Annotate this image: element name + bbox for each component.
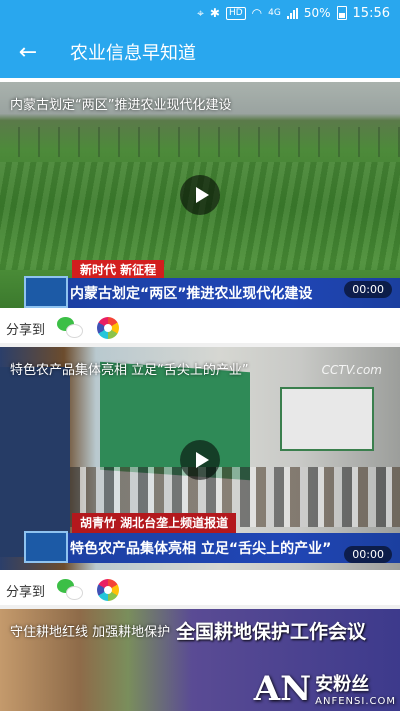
page-title: 农业信息早知道 — [70, 43, 196, 64]
watermark: AN 安粉丝 ANFENSI.COM — [253, 668, 396, 709]
battery-icon — [336, 6, 347, 20]
news-logo — [24, 276, 68, 308]
signal-icon — [286, 7, 298, 19]
news-caption: 特色农产品集体亮相 立足“舌尖上的产业” — [24, 533, 400, 563]
field-scene — [0, 127, 400, 157]
exhibit-sign-right — [280, 387, 374, 451]
share-row: 分享到 — [0, 570, 400, 610]
hd-badge: HD — [225, 6, 246, 20]
play-icon — [195, 452, 209, 468]
app-bar: ← 农业信息早知道 — [0, 26, 400, 78]
exhibit-panel — [0, 367, 70, 557]
video-player[interactable]: CCTV.com 特色农产品集体亮相 立足“舌尖上的产业” 胡青竹 湖北台垄上频… — [0, 347, 400, 573]
conference-banner: 全国耕地保护工作会议 — [176, 621, 367, 643]
news-logo — [24, 531, 68, 563]
channel-mark: CCTV.com — [321, 363, 382, 377]
moments-icon[interactable] — [97, 579, 120, 601]
watermark-name: 安粉丝 — [315, 674, 370, 695]
wifi-icon: ◠ — [251, 6, 263, 20]
video-duration: 00:00 — [344, 281, 392, 298]
clock: 15:56 — [352, 5, 390, 21]
share-label: 分享到 — [6, 322, 46, 338]
wechat-icon[interactable] — [57, 317, 84, 339]
exhibit-sign — [100, 361, 250, 481]
news-kicker: 胡青竹 湖北台垄上频道报道 — [72, 513, 237, 533]
video-title: 内蒙古划定“两区”推进农业现代化建设 — [10, 98, 232, 113]
bluetooth-icon: ✱ — [209, 6, 220, 20]
watermark-domain: ANFENSI.COM — [315, 696, 396, 707]
wechat-icon[interactable] — [57, 579, 84, 601]
location-icon: ⌖ — [197, 5, 204, 20]
video-duration: 00:00 — [344, 546, 392, 563]
play-button[interactable] — [180, 175, 220, 215]
signal-type: 4G — [268, 8, 281, 18]
video-player[interactable]: 守住耕地红线 加强耕地保护 全国耕地保护工作会议 AN 安粉丝 ANFENSI.… — [0, 609, 400, 711]
share-label: 分享到 — [6, 584, 46, 600]
watermark-logo: AN — [253, 668, 312, 709]
video-title: 守住耕地红线 加强耕地保护 — [10, 625, 171, 640]
play-icon — [195, 187, 209, 203]
moments-icon[interactable] — [97, 317, 120, 339]
share-row: 分享到 — [0, 308, 400, 348]
video-player[interactable]: 内蒙古划定“两区”推进农业现代化建设 新时代 新征程 内蒙古划定“两区”推进农业… — [0, 82, 400, 308]
arrow-left-icon: ← — [18, 39, 38, 65]
news-kicker: 新时代 新征程 — [72, 260, 165, 280]
play-button[interactable] — [180, 440, 220, 480]
back-button[interactable]: ← — [0, 26, 56, 78]
battery-percent: 50% — [303, 6, 331, 20]
video-title: 特色农产品集体亮相 立足“舌尖上的产业” — [10, 363, 249, 378]
news-caption: 内蒙古划定“两区”推进农业现代化建设 — [24, 278, 400, 308]
status-bar: ⌖ ✱ HD ◠ 4G 50% 15:56 — [0, 0, 400, 26]
